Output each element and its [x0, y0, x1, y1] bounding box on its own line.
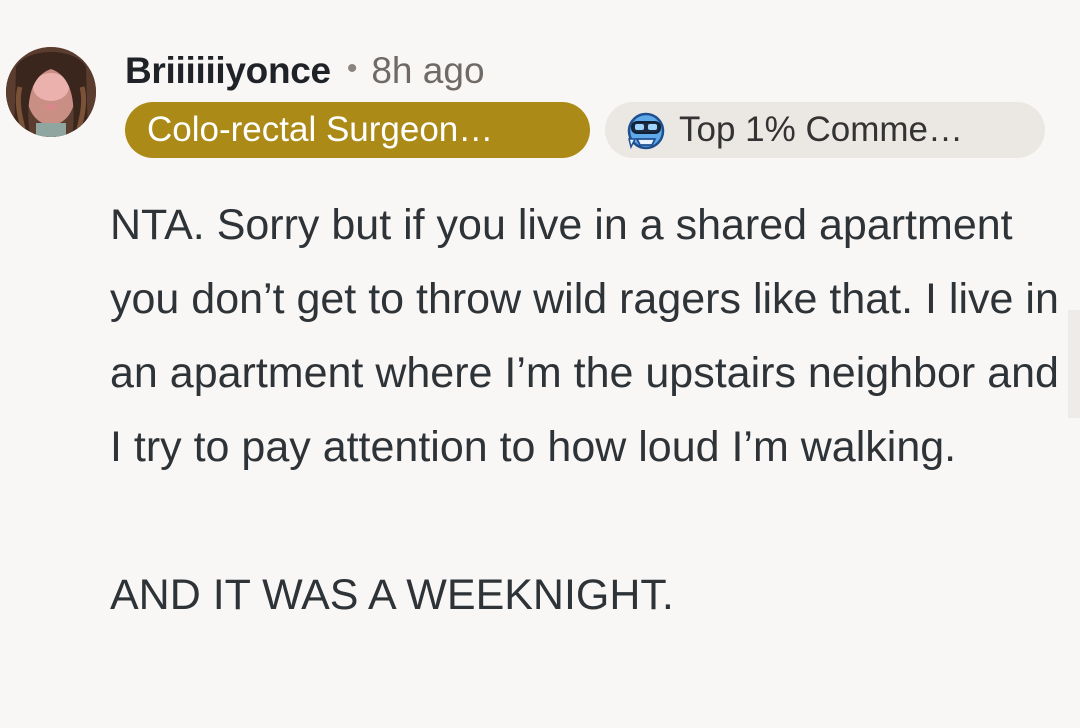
avatar[interactable]	[6, 47, 96, 137]
comment-header: Briiiiiiyonce • 8h ago	[125, 48, 485, 94]
comment-paragraph: NTA. Sorry but if you live in a shared a…	[110, 201, 1059, 471]
author-username[interactable]: Briiiiiiyonce	[125, 50, 331, 92]
comment-timestamp: 8h ago	[371, 50, 485, 91]
scrollbar[interactable]	[1068, 310, 1080, 418]
comment-body: NTA. Sorry but if you live in a shared a…	[110, 188, 1070, 632]
comment: Briiiiiiyonce • 8h ago Colo-rectal Surge…	[0, 0, 1080, 728]
comment-paragraph: AND IT WAS A WEEKNIGHT.	[110, 571, 674, 619]
avatar-image	[6, 47, 96, 137]
meta-separator: •	[346, 52, 358, 85]
achievement-badge[interactable]: Top 1% Comme…	[605, 102, 1045, 158]
commenter-goggles-icon	[627, 112, 665, 150]
achievement-badge-label: Top 1% Comme…	[679, 110, 963, 149]
user-flair[interactable]: Colo-rectal Surgeon…	[125, 102, 590, 158]
